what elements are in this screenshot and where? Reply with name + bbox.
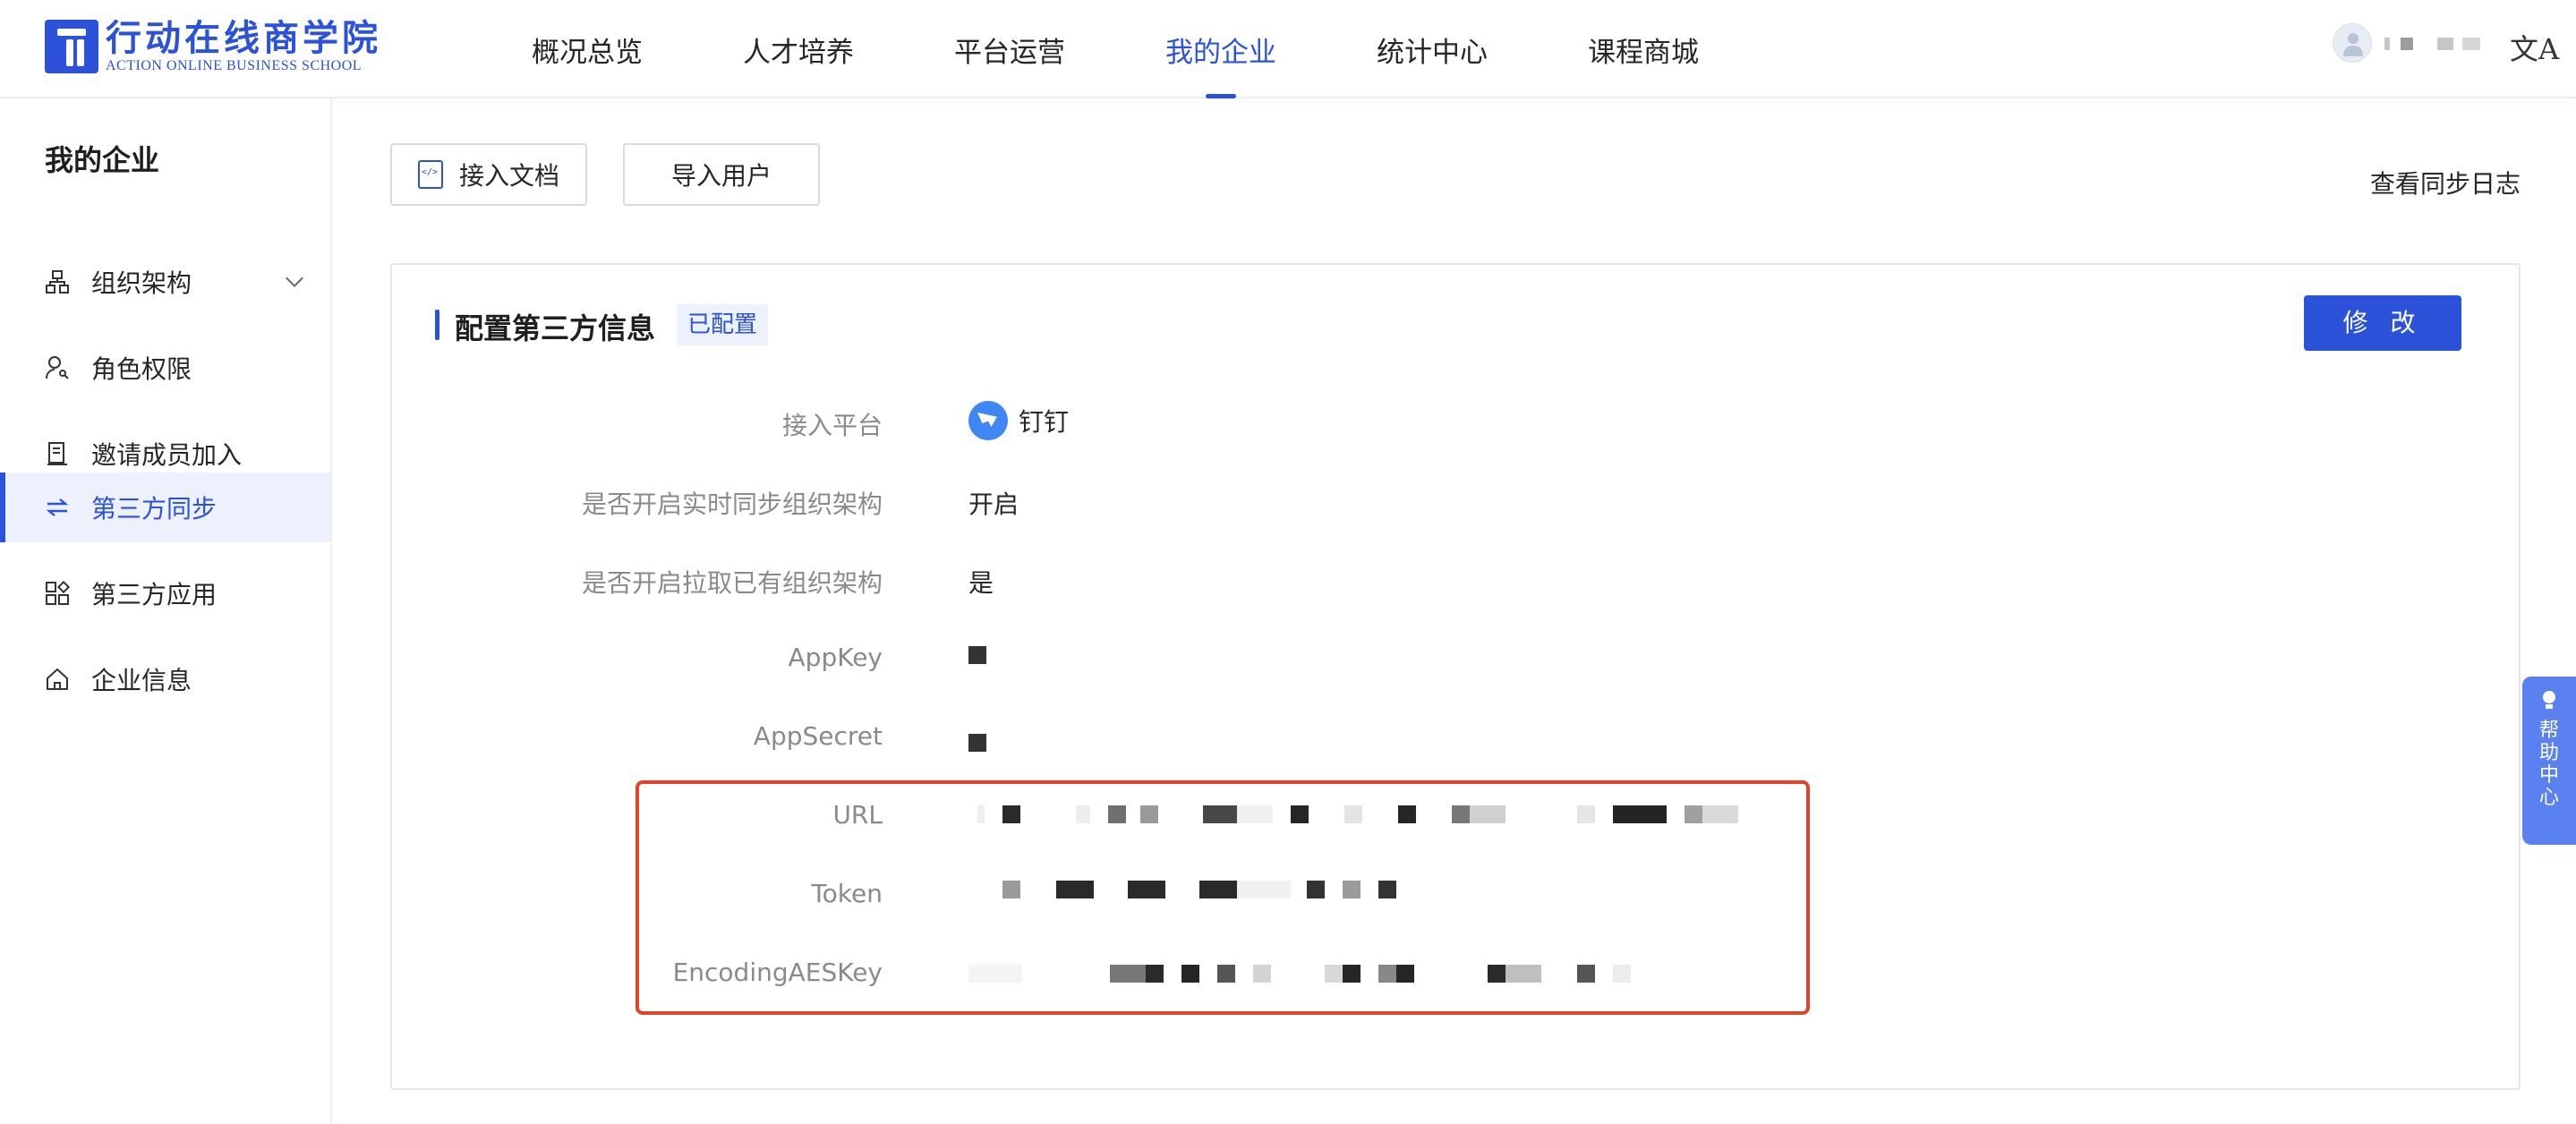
logo[interactable]: 行动在线商学院 ACTION ONLINE BUSINESS SCHOOL [45,18,381,75]
sidebar-item-org-structure[interactable]: 组织架构 [0,247,330,317]
nav-item-my-company[interactable]: 我的企业 [1165,0,1276,98]
org-chart-icon [45,269,70,294]
avatar[interactable] [2333,23,2372,63]
appkey-label: AppKey [788,643,883,672]
logo-mark-icon [45,20,98,73]
apps-grid-icon [45,580,71,606]
sidebar-item-label: 组织架构 [91,268,192,298]
help-center-tab[interactable]: 帮助中心 [2522,677,2576,845]
platform-label: 接入平台 [781,411,883,440]
chevron-down-icon[interactable] [286,269,303,287]
platform-name: 钉钉 [1019,407,1070,437]
sidebar-item-label: 第三方应用 [91,580,218,609]
nav-item-talent[interactable]: 人才培养 [743,0,854,98]
status-badge: 已配置 [677,304,769,345]
logo-title: 行动在线商学院 [106,18,381,59]
realtime-sync-value: 开启 [968,490,1019,519]
lightbulb-icon [2540,691,2558,711]
top-bar: 行动在线商学院 ACTION ONLINE BUSINESS SCHOOL 概况… [0,0,2576,98]
dingtalk-icon [968,401,1008,440]
panel-title: 配置第三方信息 [455,311,656,345]
import-users-label: 导入用户 [670,161,772,191]
sidebar-item-roles[interactable]: 角色权限 [0,333,330,403]
sidebar: 我的企业 组织架构 角色权限 邀请成员加入 第三方同步 第三方应用 企业信息 [0,98,332,1124]
help-center-label: 帮助中心 [2538,720,2559,809]
logo-subtitle: ACTION ONLINE BUSINESS SCHOOL [106,58,363,73]
logo-text: 行动在线商学院 ACTION ONLINE BUSINESS SCHOOL [106,19,381,74]
nav-item-statistics[interactable]: 统计中心 [1377,0,1488,98]
main-nav: 概况总览 人才培养 平台运营 我的企业 统计中心 课程商城 [532,0,1799,98]
appkey-value-masked [968,646,986,664]
code-document-icon [417,160,443,189]
invite-doc-icon [45,441,70,466]
pull-existing-value: 是 [968,568,994,598]
edit-button[interactable]: 修 改 [2304,295,2461,351]
appsecret-value-masked [968,734,986,752]
sidebar-item-third-party-apps[interactable]: 第三方应用 [0,558,330,628]
platform-value: 钉钉 [968,401,1069,440]
access-docs-label: 接入文档 [458,161,559,191]
home-icon [45,667,70,692]
sidebar-item-label: 第三方同步 [91,494,218,524]
highlight-box [635,780,1810,1015]
sidebar-title: 我的企业 [45,143,160,177]
sidebar-item-third-party-sync[interactable]: 第三方同步 [0,473,330,542]
sidebar-item-label: 邀请成员加入 [91,440,243,470]
nav-item-operations[interactable]: 平台运营 [954,0,1065,98]
sidebar-item-company-info[interactable]: 企业信息 [0,644,330,714]
nav-item-overview[interactable]: 概况总览 [532,0,643,98]
sync-arrows-icon [45,495,70,520]
language-switch-icon[interactable]: 文A [2510,27,2559,68]
user-name-masked [2384,30,2480,55]
access-docs-button[interactable]: 接入文档 [390,143,587,206]
nav-item-course-store[interactable]: 课程商城 [1588,0,1699,98]
sidebar-item-label: 角色权限 [91,354,192,384]
view-sync-log-link[interactable]: 查看同步日志 [2370,165,2521,200]
user-key-icon [45,355,70,380]
realtime-sync-label: 是否开启实时同步组织架构 [581,490,883,519]
sidebar-item-label: 企业信息 [91,666,192,695]
import-users-button[interactable]: 导入用户 [623,143,820,206]
title-accent-bar [435,310,439,340]
pull-existing-label: 是否开启拉取已有组织架构 [581,568,883,598]
appsecret-label: AppSecret [753,721,883,751]
user-menu[interactable] [2333,23,2480,63]
